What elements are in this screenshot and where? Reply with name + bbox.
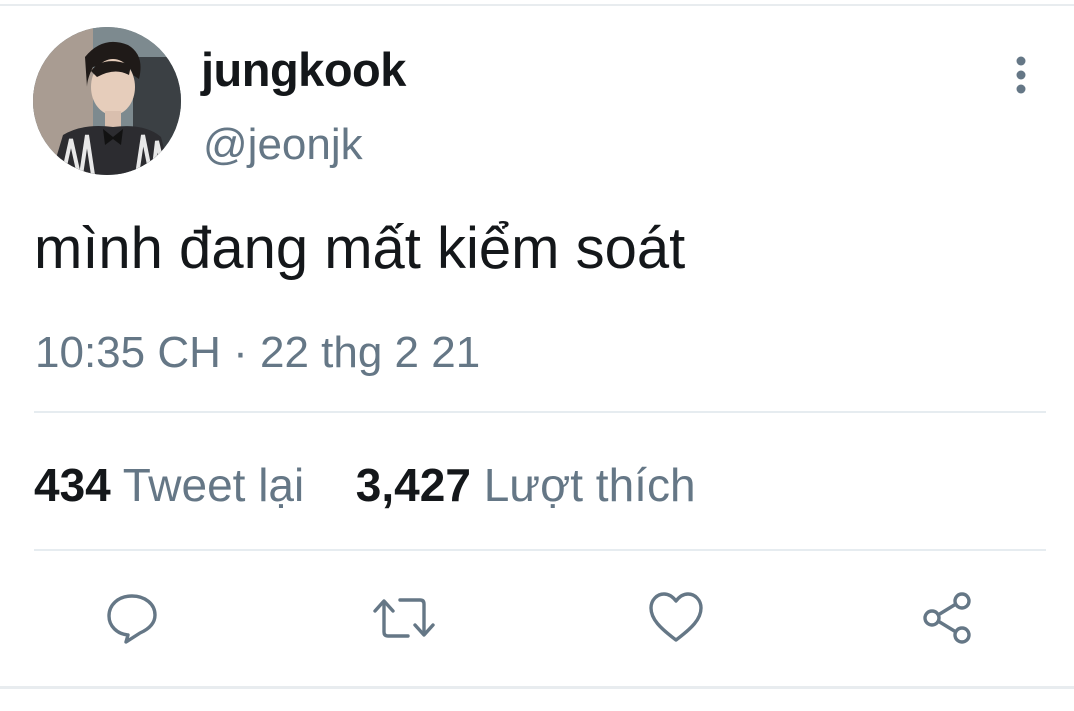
avatar[interactable] (33, 27, 181, 175)
author-display-name[interactable]: jungkook (201, 42, 406, 98)
like-stat[interactable]: 3,427 Lượt thích (356, 459, 696, 511)
heart-icon[interactable] (646, 588, 706, 648)
retweet-label: Tweet lại (122, 459, 305, 511)
avatar-image (33, 27, 181, 175)
bottom-divider (0, 686, 1074, 689)
retweet-count: 434 (34, 459, 111, 511)
tweet-text: mình đang mất kiểm soát (34, 216, 686, 281)
top-divider (0, 4, 1074, 6)
author-handle[interactable]: @jeonjk (203, 118, 363, 172)
retweet-icon[interactable] (372, 588, 435, 648)
tweet-timestamp[interactable]: 10:35 CH · 22 thg 2 21 (35, 326, 480, 380)
like-label: Lượt thích (483, 459, 696, 511)
like-count: 3,427 (355, 459, 471, 511)
divider (34, 549, 1046, 551)
tweet-stats: 434 Tweet lại 3,427 Lượt thích (34, 457, 696, 513)
more-vertical-icon[interactable] (1001, 52, 1041, 100)
share-icon[interactable] (918, 588, 978, 648)
divider (34, 411, 1046, 413)
reply-icon[interactable] (102, 588, 162, 648)
retweet-stat[interactable]: 434 Tweet lại (34, 459, 317, 511)
